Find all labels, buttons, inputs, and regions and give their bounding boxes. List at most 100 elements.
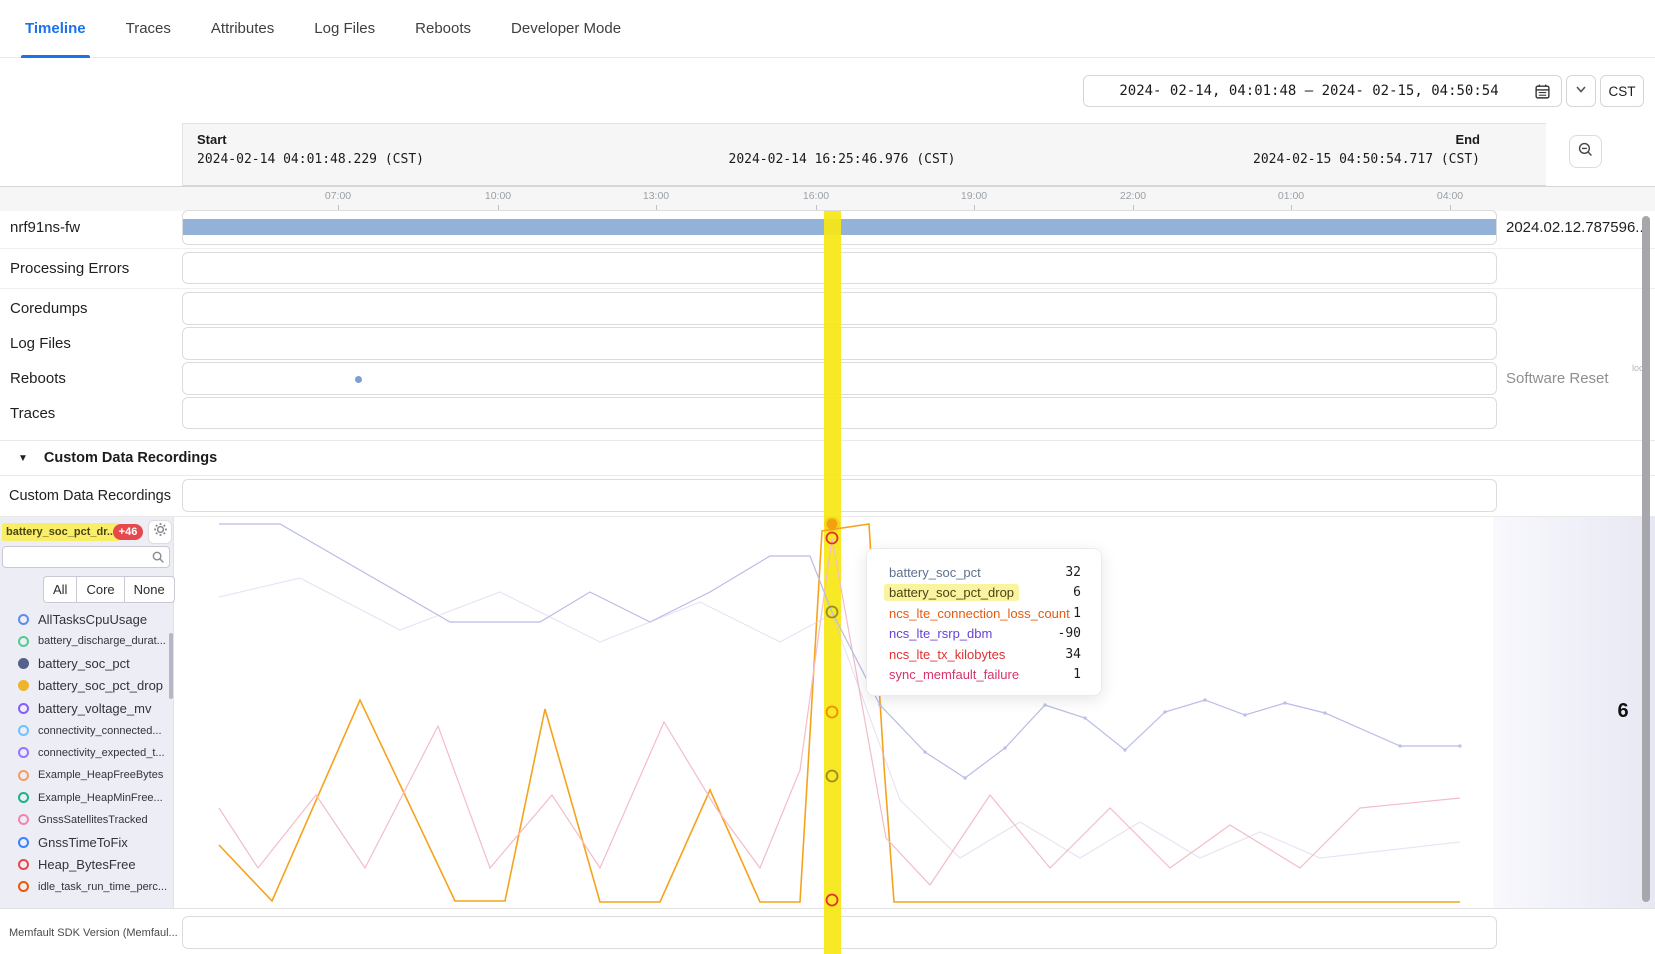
cursor-value-dot — [827, 707, 838, 718]
zoom-out-button[interactable] — [1569, 135, 1602, 168]
bottom-row-label: Memfault SDK Version (Memfaul... — [9, 916, 178, 949]
metric-search-box — [2, 546, 170, 568]
tab-reboots[interactable]: Reboots — [415, 0, 471, 58]
metric-item-gnsstimetofix[interactable]: GnssTimeToFix — [0, 831, 168, 853]
metric-name: Example_HeapMinFree... — [38, 792, 163, 804]
selected-metric-label: battery_soc_pct_dr... — [6, 526, 116, 538]
metric-color-dot — [18, 814, 29, 825]
start-value: 2024-02-14 04:01:48.229 (CST) — [197, 152, 424, 167]
metric-name: battery_voltage_mv — [38, 701, 151, 716]
series-point — [878, 703, 882, 707]
tooltip-metric-label: battery_soc_pct_drop — [884, 584, 1019, 601]
tab-attributes[interactable]: Attributes — [211, 0, 274, 58]
tab-timeline[interactable]: Timeline — [25, 0, 86, 58]
selected-metric-chip[interactable]: battery_soc_pct_dr... — [2, 523, 120, 541]
range-end: End 2024-02-15 04:50:54.717 (CST) — [1253, 132, 1480, 167]
range-start: Start 2024-02-14 04:01:48.229 (CST) — [197, 132, 424, 167]
metric-settings-button[interactable] — [148, 520, 172, 544]
axis-tick-label: 01:00 — [1261, 190, 1321, 202]
tooltip-metric-value: 1 — [1073, 667, 1081, 682]
metric-name: Heap_BytesFree — [38, 857, 136, 872]
metrics-chart[interactable] — [182, 517, 1493, 908]
row-right-text: Software Reset — [1506, 362, 1609, 395]
metric-search-input[interactable] — [7, 547, 151, 569]
series-point — [1243, 713, 1247, 717]
metric-item-connectivity-connected-[interactable]: connectivity_connected... — [0, 720, 168, 742]
metric-name: GnssSatellitesTracked — [38, 814, 148, 826]
row-label-coredumps: Coredumps — [10, 292, 88, 325]
metric-item-connectivity-expected-t-[interactable]: connectivity_expected_t... — [0, 742, 168, 764]
row-label-nrf91ns-fw: nrf91ns-fw — [10, 210, 80, 245]
metric-color-dot-filled — [18, 658, 29, 669]
tooltip-row: battery_soc_pct32 — [889, 562, 1081, 583]
metric-color-dot — [18, 792, 29, 803]
metric-item-example-heapminfree-[interactable]: Example_HeapMinFree... — [0, 787, 168, 809]
tooltip-metric-value: -90 — [1058, 626, 1081, 641]
row-right-text: 2024.02.12.787596... — [1506, 210, 1648, 245]
metric-item-battery-soc-pct[interactable]: battery_soc_pct — [0, 653, 168, 675]
zoom-out-icon — [1577, 141, 1594, 163]
tooltip-row: battery_soc_pct_drop6 — [889, 583, 1081, 604]
tooltip-metric-value: 32 — [1065, 565, 1081, 580]
tooltip-row: ncs_lte_connection_loss_count1 — [889, 603, 1081, 624]
row-label-reboots: Reboots — [10, 362, 66, 395]
start-label: Start — [197, 132, 424, 147]
metric-item-example-heapfreebytes[interactable]: Example_HeapFreeBytes — [0, 764, 168, 786]
sidebar-scrollbar[interactable] — [169, 633, 173, 699]
tooltip-row: ncs_lte_tx_kilobytes34 — [889, 644, 1081, 665]
series-line-gnss-pink-series — [219, 538, 1460, 885]
tooltip-metric-label: sync_memfault_failure — [889, 667, 1019, 682]
timezone-button[interactable]: CST — [1600, 75, 1644, 107]
series-point — [1003, 746, 1007, 750]
metric-color-dot — [18, 614, 29, 625]
row-label-log-files: Log Files — [10, 327, 71, 360]
series-point — [1203, 698, 1207, 702]
collapse-caret-icon[interactable]: ▼ — [18, 453, 28, 464]
chart-tooltip: battery_soc_pct32battery_soc_pct_drop6nc… — [866, 548, 1102, 696]
cursor-value-dot — [827, 771, 838, 782]
end-label: End — [1253, 132, 1480, 147]
metric-item-heap-bytesfree[interactable]: Heap_BytesFree — [0, 854, 168, 876]
reboot-event-dot[interactable] — [355, 376, 362, 383]
time-axis: 07:0010:0013:0016:0019:0022:0001:0004:00 — [0, 186, 1655, 211]
tab-log-files[interactable]: Log Files — [314, 0, 375, 58]
metric-item-gnsssatellitestracked[interactable]: GnssSatellitesTracked — [0, 809, 168, 831]
cdr-section-title: Custom Data Recordings — [44, 450, 217, 466]
tab-traces[interactable]: Traces — [126, 0, 171, 58]
tooltip-row: sync_memfault_failure 1 — [889, 665, 1081, 686]
metric-color-dot — [18, 881, 29, 892]
metric-item-battery-voltage-mv[interactable]: battery_voltage_mv — [0, 697, 168, 719]
date-range-input[interactable]: 2024- 02-14, 04:01:48 – 2024- 02-15, 04:… — [1083, 75, 1562, 107]
cursor-value-dot — [827, 895, 838, 906]
vertical-scrollbar[interactable] — [1642, 216, 1650, 902]
date-range-dropdown-button[interactable] — [1566, 75, 1596, 107]
axis-tick-label: 07:00 — [308, 190, 368, 202]
metric-color-dot — [18, 770, 29, 781]
filter-button-all[interactable]: All — [44, 577, 77, 602]
current-value-label: 6 — [1608, 700, 1638, 723]
row-label-traces: Traces — [10, 397, 55, 429]
row-label-processing-errors: Processing Errors — [10, 252, 129, 284]
tooltip-metric-value: 1 — [1073, 606, 1081, 621]
metric-color-dot — [18, 725, 29, 736]
metric-name: connectivity_expected_t... — [38, 747, 165, 759]
filter-button-none[interactable]: None — [125, 577, 174, 602]
filter-button-core[interactable]: Core — [77, 577, 124, 602]
metric-name: Example_HeapFreeBytes — [38, 769, 163, 781]
tooltip-metric-label: ncs_lte_connection_loss_count — [889, 606, 1070, 621]
metric-item-idle-task-run-time-perc-[interactable]: idle_task_run_time_perc... — [0, 876, 168, 898]
calendar-icon[interactable] — [1534, 83, 1551, 100]
metric-item-alltaskscpuusage[interactable]: AllTasksCpuUsage — [0, 608, 168, 630]
metric-name: connectivity_connected... — [38, 725, 162, 737]
metric-name: battery_soc_pct — [38, 656, 130, 671]
metric-name: GnssTimeToFix — [38, 835, 128, 850]
series-point — [1123, 748, 1127, 752]
metric-count-badge: +46 — [113, 524, 143, 540]
metric-item-battery-soc-pct-drop[interactable]: battery_soc_pct_drop — [0, 675, 168, 697]
metric-filter-segment: AllCoreNone — [43, 576, 175, 603]
series-point — [1283, 701, 1287, 705]
tab-developer-mode[interactable]: Developer Mode — [511, 0, 621, 58]
metric-item-battery-discharge-durat-[interactable]: battery_discharge_durat... — [0, 630, 168, 652]
metric-name: AllTasksCpuUsage — [38, 612, 147, 627]
middle-value: 2024-02-14 16:25:46.976 (CST) — [717, 152, 967, 167]
